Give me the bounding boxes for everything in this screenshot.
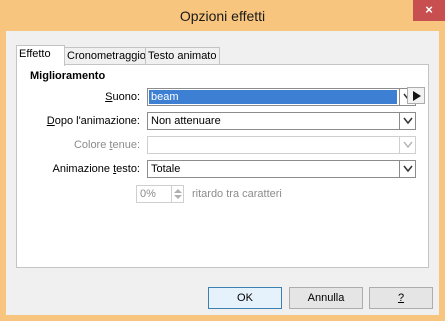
dopo-value: Non attenuare	[151, 115, 221, 127]
play-sound-button[interactable]	[407, 87, 425, 104]
suono-value: beam	[149, 90, 397, 104]
chevron-down-icon	[403, 117, 413, 125]
dopo-animazione-combo[interactable]: Non attenuare	[147, 112, 416, 130]
ritardo-label: ritardo tra caratteri	[192, 188, 282, 200]
ritardo-spinner[interactable]: 0%	[136, 185, 184, 203]
animazione-dropdown-button[interactable]	[399, 161, 415, 177]
animazione-label: Animazione testo:	[52, 163, 140, 175]
tab-panel-effetto: Miglioramento Suono: beam Dopo l'animazi…	[16, 64, 429, 268]
ok-button[interactable]: OK	[208, 287, 282, 309]
dialog-client: Effetto Cronometraggio Testo animato Mig…	[6, 31, 439, 315]
animazione-value: Totale	[151, 163, 181, 175]
title-bar[interactable]: Opzioni effetti ×	[0, 0, 445, 31]
chevron-down-icon	[403, 165, 413, 173]
close-button[interactable]: ×	[413, 0, 445, 21]
suono-label-text: uono:	[112, 91, 140, 103]
ritardo-value: 0%	[140, 188, 156, 200]
annulla-button[interactable]: Annulla	[289, 287, 363, 309]
dopo-label: Dopo l'animazione:	[46, 115, 140, 127]
close-icon: ×	[425, 2, 433, 17]
spin-up-icon[interactable]	[174, 188, 182, 193]
suono-combo[interactable]: beam	[147, 88, 416, 106]
chevron-down-icon	[403, 141, 413, 149]
dialog-title: Opzioni effetti	[179, 8, 266, 24]
animazione-testo-combo[interactable]: Totale	[147, 160, 416, 178]
section-title: Miglioramento	[30, 70, 106, 82]
colore-tenue-combo[interactable]	[147, 136, 416, 154]
dialog-window: Opzioni effetti × Effetto Cronometraggio…	[0, 0, 445, 321]
help-button[interactable]: ?	[369, 287, 433, 309]
colore-label: Colore tenue:	[73, 139, 140, 151]
play-icon	[413, 91, 421, 101]
tab-testo-animato[interactable]: Testo animato	[145, 47, 220, 65]
tab-cronometraggio[interactable]: Cronometraggio	[64, 47, 146, 65]
colore-dropdown-button[interactable]	[399, 137, 415, 153]
tab-effetto[interactable]: Effetto	[16, 45, 65, 66]
spinner-arrows[interactable]	[171, 186, 183, 202]
suono-label: Suono:	[105, 91, 140, 103]
spin-down-icon[interactable]	[174, 195, 182, 200]
dopo-dropdown-button[interactable]	[399, 113, 415, 129]
